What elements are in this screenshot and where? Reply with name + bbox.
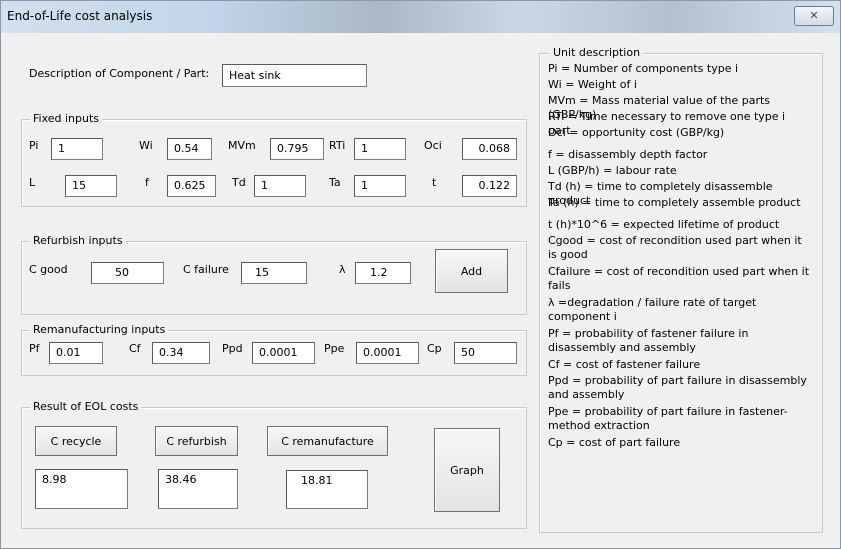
unit-item-f: f = disassembly depth factor — [548, 148, 708, 161]
f-label: f — [145, 176, 149, 189]
c-good-field[interactable]: 50 — [91, 262, 164, 284]
f-field[interactable]: 0.625 — [167, 175, 216, 197]
l-label: L — [29, 176, 36, 189]
refurbish-inputs-title: Refurbish inputs — [30, 234, 126, 247]
c-remanufacture-button-label: C remanufacture — [281, 434, 374, 448]
graph-button-label: Graph — [450, 463, 484, 477]
unit-item-cf: Cf = cost of fastener failure — [548, 358, 701, 371]
c-recycle-button[interactable]: C recycle — [35, 426, 117, 456]
results-title: Result of EOL costs — [30, 400, 142, 413]
ppd-field[interactable]: 0.0001 — [252, 342, 315, 364]
ppd-label: Ppd — [222, 342, 243, 355]
fixed-inputs-title: Fixed inputs — [30, 112, 103, 125]
unit-description-title: Unit description — [550, 46, 644, 59]
cp-field[interactable]: 50 — [454, 342, 517, 364]
dialog-client: Description of Component / Part: Heat si… — [8, 33, 833, 543]
l-field[interactable]: 15 — [65, 175, 117, 197]
ta-label: Ta — [329, 176, 341, 189]
unit-item-cfailure: Cfailure = cost of recondition used part… — [548, 265, 810, 292]
unit-description-group: Unit description Pi = Number of componen… — [539, 46, 823, 533]
description-label: Description of Component / Part: — [29, 67, 210, 80]
add-button[interactable]: Add — [435, 249, 508, 293]
unit-item-l: L (GBP/h) = labour rate — [548, 164, 677, 177]
pf-label: Pf — [29, 342, 40, 355]
ppe-field[interactable]: 0.0001 — [356, 342, 419, 364]
ppe-label: Ppe — [324, 342, 345, 355]
lambda-field[interactable]: 1.2 — [355, 262, 411, 284]
wi-label: Wi — [139, 139, 153, 152]
add-button-label: Add — [460, 264, 483, 278]
unit-item-lambda: λ =degradation / failure rate of target … — [548, 296, 757, 323]
graph-button[interactable]: Graph — [434, 428, 500, 512]
c-remanufacture-button[interactable]: C remanufacture — [267, 426, 388, 456]
td-field[interactable]: 1 — [254, 175, 306, 197]
description-field[interactable]: Heat sink — [222, 64, 367, 87]
unit-item-cgood: Cgood = cost of recondition used part wh… — [548, 234, 802, 261]
oci-field[interactable]: 0.068 — [462, 138, 517, 160]
close-icon: ✕ — [809, 9, 819, 22]
mvm-field[interactable]: 0.795 — [270, 138, 324, 160]
c-remanufacture-result[interactable]: 18.81 — [286, 470, 368, 509]
unit-item-ppe: Ppe = probability of part failure in fas… — [548, 405, 788, 432]
lambda-label: λ — [339, 263, 346, 276]
mvm-label: MVm — [228, 139, 256, 152]
t-label: t — [432, 176, 437, 189]
dialog-window: End-of-Life cost analysis ✕ Description … — [0, 0, 841, 549]
rti-label: RTi — [329, 139, 346, 152]
c-failure-field[interactable]: 15 — [241, 262, 307, 284]
cf-label: Cf — [129, 342, 141, 355]
cp-label: Cp — [427, 342, 442, 355]
wi-field[interactable]: 0.54 — [167, 138, 212, 160]
window-title: End-of-Life cost analysis — [7, 9, 153, 23]
unit-item-ta: Ta (h) = time to completely assemble pro… — [548, 196, 801, 209]
pi-field[interactable]: 1 — [51, 138, 103, 160]
unit-item-oci: Oci = opportunity cost (GBP/kg) — [548, 126, 725, 139]
unit-item-cp: Cp = cost of part failure — [548, 436, 681, 449]
c-recycle-button-label: C recycle — [50, 434, 102, 448]
oci-label: Oci — [424, 139, 442, 152]
title-bar: End-of-Life cost analysis ✕ — [1, 1, 840, 33]
unit-item-pf: Pf = probability of fastener failure in … — [548, 327, 749, 354]
unit-item-wi: Wi = Weight of i — [548, 78, 637, 91]
pi-label: Pi — [29, 139, 39, 152]
pf-field[interactable]: 0.01 — [49, 342, 103, 364]
td-label: Td — [232, 176, 246, 189]
close-button[interactable]: ✕ — [794, 6, 834, 26]
c-refurbish-button-label: C refurbish — [166, 434, 227, 448]
unit-item-ppd: Ppd = probability of part failure in dis… — [548, 374, 807, 401]
c-refurbish-button[interactable]: C refurbish — [155, 426, 238, 456]
c-good-label: C good — [29, 263, 68, 276]
c-recycle-result[interactable]: 8.98 — [35, 469, 128, 509]
reman-inputs-title: Remanufacturing inputs — [30, 323, 169, 336]
unit-item-t: t (h)*10^6 = expected lifetime of produc… — [548, 218, 780, 231]
ta-field[interactable]: 1 — [354, 175, 406, 197]
c-refurbish-result[interactable]: 38.46 — [158, 469, 238, 509]
rti-field[interactable]: 1 — [354, 138, 406, 160]
unit-item-pi: Pi = Number of components type i — [548, 62, 739, 75]
t-field[interactable]: 0.122 — [462, 175, 517, 197]
cf-field[interactable]: 0.34 — [152, 342, 210, 364]
c-failure-label: C failure — [183, 263, 229, 276]
